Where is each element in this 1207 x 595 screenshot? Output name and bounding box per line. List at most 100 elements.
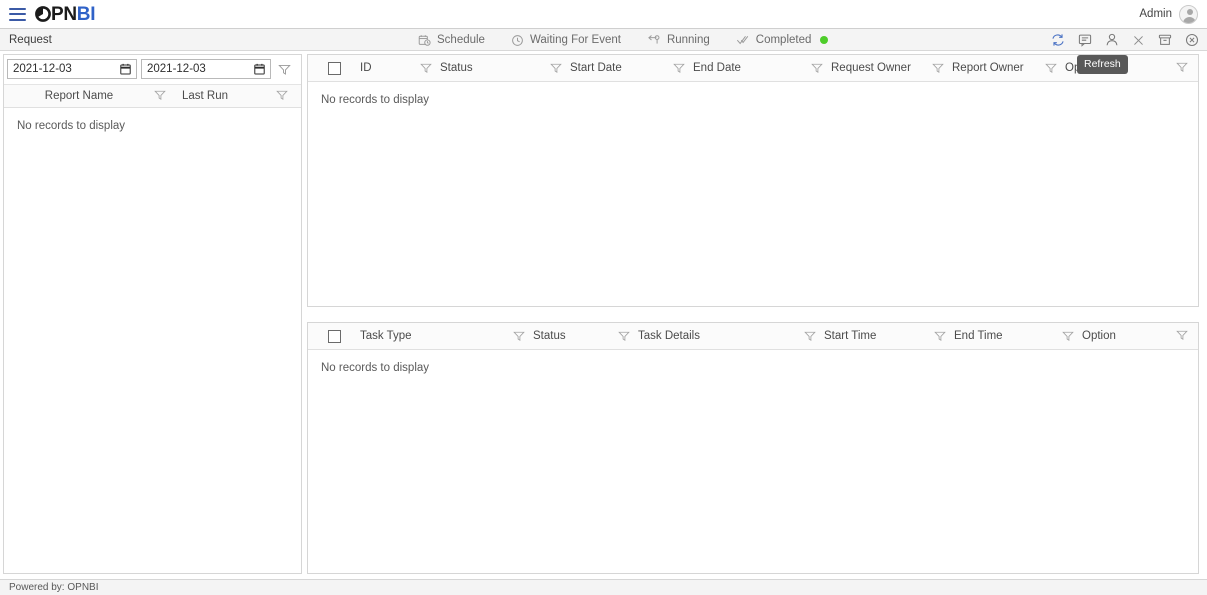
user-menu[interactable]: Admin: [1139, 4, 1198, 24]
column-start-time[interactable]: Start Time: [796, 323, 926, 350]
funnel-icon[interactable]: [412, 62, 440, 74]
report-list-empty-message: No records to display: [17, 120, 126, 132]
column-label: Start Date: [570, 62, 622, 74]
status-item-waiting-for-event[interactable]: Waiting For Event: [511, 34, 621, 47]
column-status[interactable]: Status: [505, 323, 610, 350]
task-grid-panel: Task Type Status Task Details Start Time…: [307, 322, 1199, 574]
status-label: Completed: [755, 34, 812, 46]
refresh-icon[interactable]: [1051, 33, 1065, 47]
footer: Powered by: OPNBI: [0, 579, 1207, 595]
completed-status-dot: [820, 36, 829, 44]
status-item-completed[interactable]: Completed: [736, 34, 829, 47]
funnel-icon[interactable]: [1054, 330, 1082, 342]
column-label: Option: [1082, 330, 1116, 342]
date-to-input[interactable]: [142, 62, 248, 76]
date-filter-row: [7, 59, 298, 79]
report-list-panel: Report Name Last Run No records to displ…: [3, 54, 302, 574]
rotate-left-icon: [647, 34, 661, 47]
funnel-icon[interactable]: [610, 330, 638, 342]
calendar-icon[interactable]: [254, 63, 265, 75]
status-item-running[interactable]: Running: [647, 34, 710, 47]
comment-icon[interactable]: [1078, 33, 1092, 47]
funnel-icon[interactable]: [1176, 329, 1188, 344]
task-grid-header: Task Type Status Task Details Start Time…: [308, 323, 1198, 350]
clock-icon: [511, 34, 524, 47]
user-avatar-icon[interactable]: [1179, 4, 1198, 24]
double-check-icon: [736, 34, 750, 47]
column-label: Task Details: [638, 330, 700, 342]
funnel-icon[interactable]: [276, 89, 288, 104]
date-from-input[interactable]: [8, 62, 114, 76]
app-root: PN BI Admin Request Schedule Waiting For…: [0, 0, 1207, 595]
column-label: Status: [440, 62, 473, 74]
funnel-icon[interactable]: [665, 62, 693, 74]
column-task-details[interactable]: Task Details: [610, 323, 796, 350]
status-filter-group: Schedule Waiting For Event Running Compl…: [418, 29, 829, 51]
footer-text: Powered by: OPNBI: [9, 582, 99, 593]
toolbar-actions: [1051, 29, 1199, 51]
column-label: End Time: [954, 330, 1003, 342]
column-trailing-filter[interactable]: [1162, 55, 1198, 82]
column-trailing-filter[interactable]: [1174, 323, 1198, 350]
funnel-icon[interactable]: [796, 330, 824, 342]
status-label: Schedule: [437, 34, 485, 46]
funnel-icon[interactable]: [1037, 62, 1065, 74]
column-label: Request Owner: [831, 62, 911, 74]
column-request-owner[interactable]: Request Owner: [803, 55, 924, 82]
date-to-field[interactable]: [141, 59, 271, 79]
column-end-date[interactable]: End Date: [665, 55, 803, 82]
circle-x-icon[interactable]: [1185, 33, 1199, 47]
column-task-type[interactable]: Task Type: [360, 323, 505, 350]
column-status[interactable]: Status: [412, 55, 542, 82]
funnel-icon[interactable]: [1176, 61, 1188, 76]
select-all-cell: [308, 61, 360, 75]
page-title: Request: [9, 33, 52, 46]
column-option[interactable]: Option: [1054, 323, 1174, 350]
column-id[interactable]: ID: [360, 55, 412, 82]
logo-text-dark: PN: [51, 3, 77, 25]
logo-text-blue: BI: [76, 3, 96, 25]
column-label: Report Name: [44, 90, 114, 102]
column-start-date[interactable]: Start Date: [542, 55, 665, 82]
date-from-field[interactable]: [7, 59, 137, 79]
column-label: Last Run: [182, 90, 229, 102]
select-all-checkbox[interactable]: [327, 61, 341, 75]
app-logo[interactable]: PN BI: [35, 3, 96, 25]
status-label: Running: [666, 34, 710, 46]
request-grid-header: ID Status Start Date End Date Request Ow…: [308, 55, 1198, 82]
request-grid-panel: ID Status Start Date End Date Request Ow…: [307, 54, 1199, 307]
report-list-header: Report Name Last Run: [4, 84, 301, 108]
archive-icon[interactable]: [1158, 33, 1172, 47]
column-label: Status: [533, 330, 566, 342]
column-end-time[interactable]: End Time: [926, 323, 1054, 350]
column-label: Report Owner: [952, 62, 1024, 74]
column-report-name[interactable]: Report Name: [4, 89, 176, 104]
calendar-icon[interactable]: [120, 63, 131, 75]
status-item-schedule[interactable]: Schedule: [418, 34, 485, 47]
column-label: Task Type: [360, 330, 412, 342]
funnel-icon[interactable]: [154, 89, 166, 104]
refresh-tooltip: Refresh: [1077, 55, 1128, 74]
toolbar: Request Schedule Waiting For Event Runni…: [0, 29, 1207, 51]
funnel-icon[interactable]: [505, 330, 533, 342]
funnel-icon[interactable]: [924, 62, 952, 74]
date-filter-funnel-icon[interactable]: [278, 63, 291, 76]
column-last-run[interactable]: Last Run: [176, 89, 301, 104]
column-label: ID: [360, 62, 372, 74]
select-all-cell: [308, 329, 360, 343]
task-grid-empty-message: No records to display: [321, 362, 430, 374]
user-icon[interactable]: [1105, 33, 1119, 47]
column-report-owner[interactable]: Report Owner: [924, 55, 1037, 82]
brand-bar: PN BI Admin: [0, 0, 1207, 29]
logo-o-icon: [35, 6, 51, 22]
funnel-icon[interactable]: [926, 330, 954, 342]
funnel-icon[interactable]: [803, 62, 831, 74]
status-label: Waiting For Event: [529, 34, 621, 46]
funnel-icon[interactable]: [542, 62, 570, 74]
hamburger-icon[interactable]: [9, 7, 26, 21]
request-grid-empty-message: No records to display: [321, 94, 430, 106]
column-label: Start Time: [824, 330, 877, 342]
select-all-checkbox[interactable]: [327, 329, 341, 343]
close-icon[interactable]: [1132, 34, 1145, 47]
user-name: Admin: [1139, 8, 1172, 20]
